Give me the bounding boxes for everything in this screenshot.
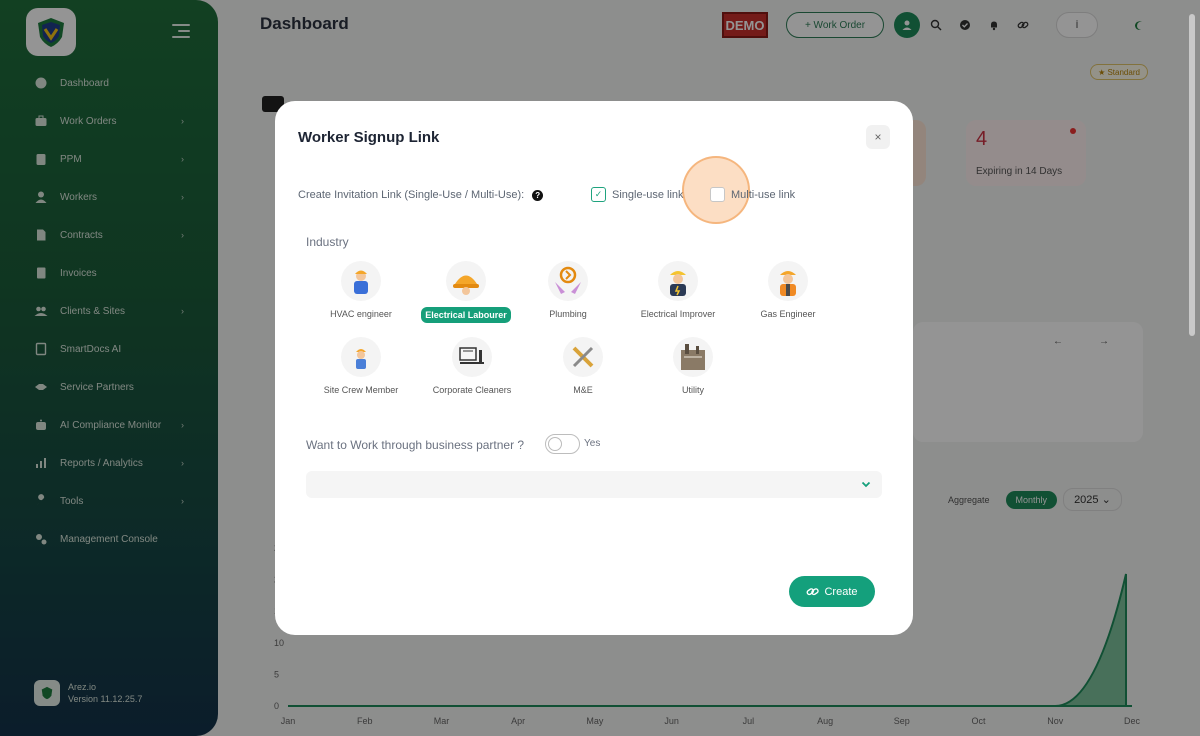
invitation-label-text: Create Invitation Link (Single-Use / Mul… (298, 189, 525, 201)
modal-title: Worker Signup Link (298, 129, 440, 146)
site-crew-icon (341, 337, 381, 377)
hvac-engineer-icon (341, 261, 381, 301)
electrician-icon (658, 261, 698, 301)
switch-knob (548, 437, 562, 451)
industry-label-text: M&E (573, 385, 593, 395)
industry-label-text: Plumbing (549, 309, 587, 319)
industry-option-site-crew-member[interactable]: Site Crew Member (306, 337, 416, 397)
business-partner-switch[interactable] (545, 434, 580, 454)
industry-option-utility[interactable]: Utility (638, 337, 748, 397)
hard-hat-icon (446, 261, 486, 301)
checkbox-unchecked-icon (710, 187, 725, 202)
gas-engineer-icon (768, 261, 808, 301)
industry-option-electrical-improver[interactable]: Electrical Improver (623, 261, 733, 321)
industry-label-text: Utility (682, 385, 704, 395)
create-button[interactable]: Create (789, 576, 875, 607)
chevron-down-icon (861, 481, 871, 488)
checkbox-checked-icon: ✓ (591, 187, 606, 202)
single-use-checkbox[interactable]: ✓ Single-use link (591, 187, 684, 202)
close-icon[interactable]: × (866, 125, 890, 149)
create-label: Create (824, 585, 858, 598)
tools-icon (563, 337, 603, 377)
industry-label-text: Gas Engineer (760, 309, 816, 319)
utility-icon (673, 337, 713, 377)
industry-label-text: Corporate Cleaners (432, 385, 512, 395)
industry-label-text: Electrical Labourer (421, 307, 511, 323)
industry-label-text: Site Crew Member (323, 385, 399, 395)
link-icon (807, 588, 820, 596)
cleaning-icon (452, 337, 492, 377)
industry-option-hvac-engineer[interactable]: HVAC engineer (306, 261, 416, 321)
single-use-label: Single-use link (612, 188, 684, 201)
industry-option-corporate-cleaners[interactable]: Corporate Cleaners (417, 337, 527, 397)
industry-label: Industry (306, 235, 349, 249)
multi-use-label: Multi-use link (731, 188, 796, 201)
worker-signup-modal: Worker Signup Link × Create Invitation L… (275, 101, 913, 635)
invitation-type-label: Create Invitation Link (Single-Use / Mul… (298, 189, 544, 201)
switch-label: Yes (584, 438, 601, 449)
industry-option-gas-engineer[interactable]: Gas Engineer (733, 261, 843, 321)
multi-use-checkbox[interactable]: Multi-use link (710, 187, 795, 202)
business-partner-label: Want to Work through business partner ? (306, 438, 525, 452)
business-partner-select[interactable] (306, 471, 882, 498)
industry-label-text: Electrical Improver (640, 309, 716, 319)
industry-option-plumbing[interactable]: Plumbing (513, 261, 623, 321)
page-scrollbar[interactable] (1189, 14, 1195, 336)
industry-option-m-e[interactable]: M&E (528, 337, 638, 397)
industry-option-electrical-labourer[interactable]: Electrical Labourer (411, 261, 521, 323)
industry-label-text: HVAC engineer (330, 309, 392, 319)
plumbing-hands-icon (548, 261, 588, 301)
help-icon[interactable]: ? (532, 189, 544, 201)
